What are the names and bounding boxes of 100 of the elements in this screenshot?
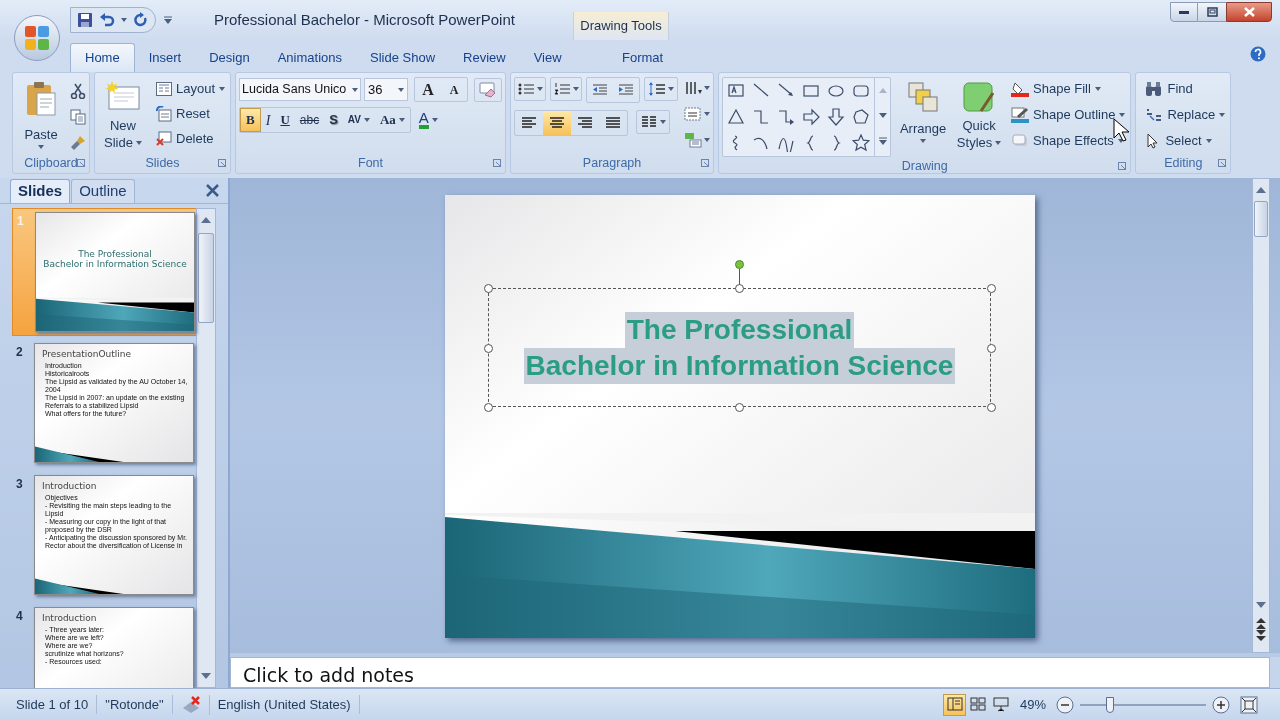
scroll-thumb[interactable] <box>198 233 214 323</box>
redo-icon[interactable] <box>133 12 149 28</box>
notes-field[interactable]: Click to add notes <box>230 657 1270 688</box>
help-icon[interactable] <box>1250 46 1266 62</box>
columns-button[interactable] <box>636 110 671 134</box>
fit-to-window-icon[interactable] <box>1240 695 1258 714</box>
undo-icon[interactable] <box>99 12 115 28</box>
shape-outline-button[interactable]: Shape Outline <box>1009 103 1128 127</box>
delete-button[interactable]: Delete <box>154 127 228 151</box>
theme-name: "Rotonde" <box>97 694 173 715</box>
star-icon[interactable] <box>852 134 871 152</box>
dialog-launcher-icon[interactable] <box>1118 162 1127 170</box>
clear-formatting-button[interactable] <box>474 77 503 102</box>
caret-icon <box>398 87 405 92</box>
restore-button[interactable] <box>1198 2 1226 22</box>
format-painter-button[interactable] <box>70 133 86 153</box>
slide-thumbnail[interactable] <box>36 213 194 331</box>
font-name-field[interactable]: Lucida Sans Unico <box>239 78 362 101</box>
reset-button[interactable]: Reset <box>154 102 228 126</box>
scroll-thumb[interactable] <box>1254 201 1268 237</box>
dialog-launcher-icon[interactable] <box>1218 159 1227 167</box>
rectangle-icon[interactable] <box>802 82 821 100</box>
slide-thumbnail[interactable] <box>35 344 193 462</box>
dialog-launcher-icon[interactable] <box>77 159 85 167</box>
zoom-slider-thumb[interactable] <box>1105 696 1114 713</box>
resize-handle[interactable] <box>483 283 493 293</box>
align-button[interactable] <box>543 111 572 135</box>
view-button[interactable] <box>943 693 966 716</box>
ribbon-tab[interactable]: Slide Show <box>356 43 450 72</box>
pane-tab[interactable]: Slides <box>10 179 71 203</box>
customize-toolbar-icon[interactable] <box>164 16 172 24</box>
ribbon-tab[interactable]: Design <box>195 43 264 72</box>
close-button[interactable] <box>1226 2 1272 22</box>
ribbon-tab[interactable]: Format <box>608 43 678 72</box>
ribbon-tab[interactable]: Animations <box>263 43 356 72</box>
cut-button[interactable] <box>70 81 86 101</box>
dialog-launcher-icon[interactable] <box>701 159 710 167</box>
rotate-handle[interactable] <box>734 259 744 269</box>
dialog-launcher-icon[interactable] <box>218 159 227 167</box>
columns-icon <box>640 114 659 130</box>
triangle-icon[interactable] <box>727 108 746 126</box>
slide-number: 3 <box>16 476 24 493</box>
line-spacing-button[interactable] <box>644 77 679 101</box>
ribbon-tab[interactable]: Insert <box>134 43 196 72</box>
resize-handle[interactable] <box>986 283 996 293</box>
vertical-scrollbar[interactable] <box>196 208 216 688</box>
new-slide-button[interactable]: New Slide <box>98 77 148 153</box>
quick-styles-button[interactable]: Quick Styles <box>955 77 1004 153</box>
bullets-button[interactable] <box>514 77 547 101</box>
office-button[interactable] <box>14 15 60 61</box>
numbering-button[interactable] <box>550 77 583 101</box>
slide-thumbnail[interactable] <box>35 476 193 594</box>
font-size-field[interactable]: 36 <box>364 78 409 101</box>
grow-font-button[interactable]: A <box>415 78 442 101</box>
previous-slide-icon[interactable] <box>1256 618 1266 630</box>
copy-button[interactable] <box>70 107 86 127</box>
replace-button[interactable]: Replace <box>1143 103 1228 127</box>
resize-handle[interactable] <box>986 402 996 412</box>
minimize-button[interactable] <box>1170 2 1198 22</box>
resize-handle[interactable] <box>483 343 493 353</box>
resize-handle[interactable] <box>986 343 996 353</box>
next-slide-icon[interactable] <box>1256 630 1266 642</box>
format-button[interactable]: S <box>324 108 343 132</box>
rounded-rectangle-icon[interactable] <box>852 82 871 100</box>
arrange-button[interactable]: Arrange <box>897 77 950 153</box>
ribbon-tab[interactable]: Home <box>70 43 135 72</box>
right-arrow-icon[interactable] <box>802 108 821 126</box>
pentagon-icon[interactable] <box>852 108 871 126</box>
elbow-arrow-icon[interactable] <box>777 108 796 126</box>
pane-tab[interactable]: Outline <box>71 179 135 203</box>
format-button[interactable]: A <box>413 108 443 132</box>
select-button[interactable]: Select <box>1143 129 1228 153</box>
text-box-icon[interactable] <box>727 82 746 100</box>
zoom-out-icon[interactable] <box>1056 695 1074 714</box>
resize-handle[interactable] <box>734 402 744 412</box>
resize-handle[interactable] <box>483 402 493 412</box>
format-button[interactable]: U <box>275 108 295 132</box>
find-button[interactable]: Find <box>1143 77 1228 101</box>
shape-fill-button[interactable]: Shape Fill <box>1009 77 1128 101</box>
vertical-scrollbar[interactable] <box>1252 178 1270 653</box>
close-pane-button[interactable] <box>206 184 219 197</box>
caret-icon <box>573 87 580 91</box>
resize-handle[interactable] <box>734 283 744 293</box>
format-button[interactable]: AV <box>342 108 375 132</box>
save-icon[interactable] <box>77 12 93 28</box>
format-button[interactable]: Aa <box>374 108 410 132</box>
layout-button[interactable]: Layout <box>154 77 228 101</box>
format-button[interactable]: abc <box>294 108 325 132</box>
shrink-font-button[interactable]: A <box>441 78 468 101</box>
oval-icon[interactable] <box>827 82 846 100</box>
format-button[interactable]: B <box>240 108 261 132</box>
dialog-launcher-icon[interactable] <box>493 159 502 167</box>
elbow-connector-icon[interactable] <box>752 108 771 126</box>
paste-button[interactable]: Paste <box>16 77 66 153</box>
format-button[interactable]: I <box>260 108 276 132</box>
ribbon-tab[interactable]: View <box>519 43 576 72</box>
bullet-list-icon <box>517 81 536 97</box>
ribbon-tab[interactable]: Review <box>449 43 520 72</box>
down-arrow-icon[interactable] <box>827 108 846 126</box>
zoom-in-icon[interactable] <box>1212 695 1230 714</box>
